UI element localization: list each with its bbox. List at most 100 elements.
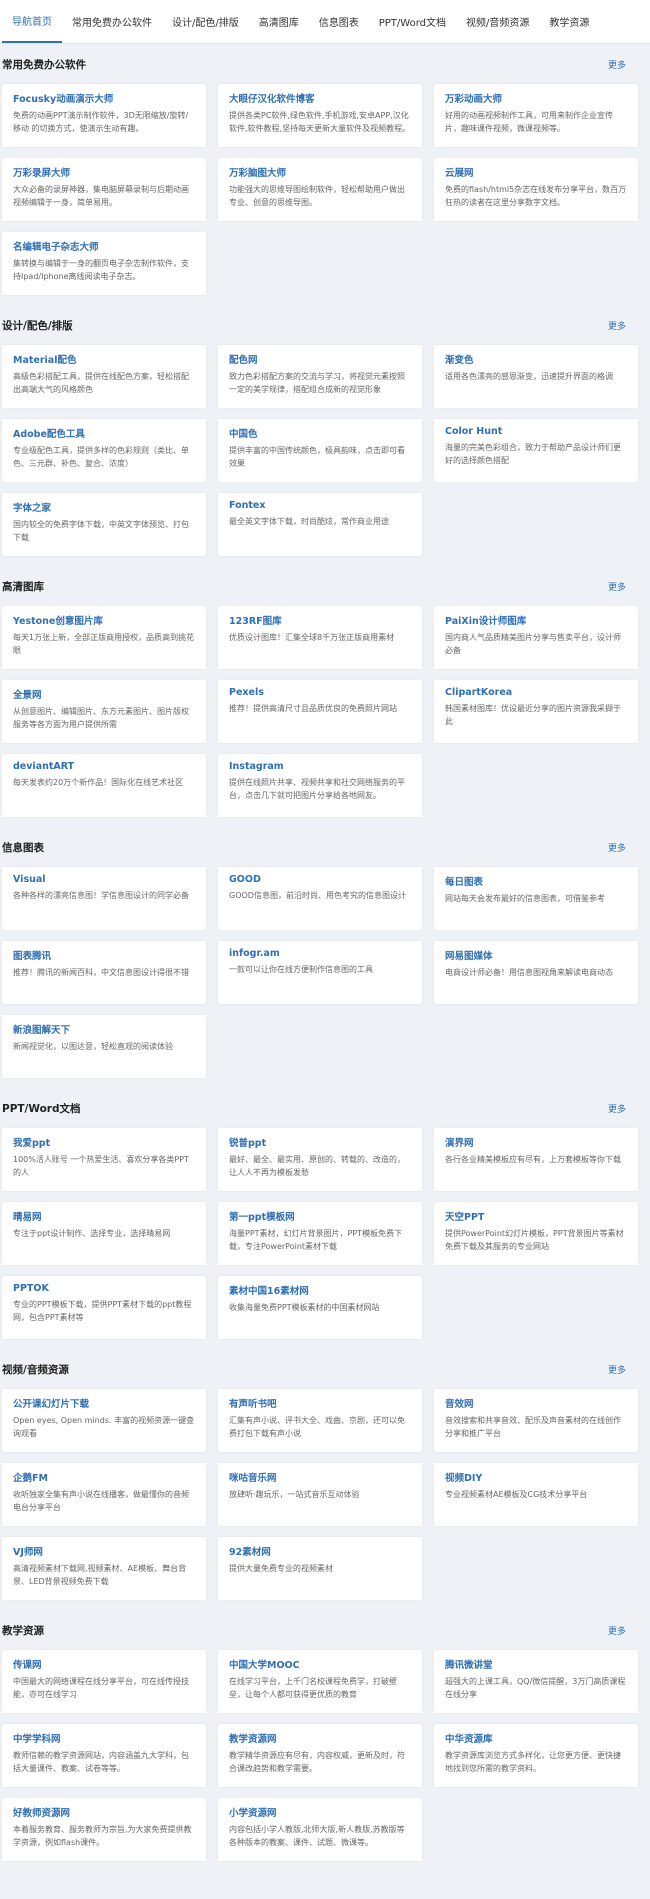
resource-card[interactable]: ClipartKorea 韩国素材图库！优设最近分享的图片资源我采撷于此	[434, 680, 638, 743]
resource-card[interactable]: Instagram 提供在线照片共享、视频共享和社交网络服务的平台，点击几下就可把…	[218, 754, 422, 817]
resource-name[interactable]: 配色网	[229, 352, 412, 366]
resource-card[interactable]: 中华资源库 教学资源库浏览方式多样化，让您更方便、更快捷地找到您所需的教学资料。	[434, 1724, 638, 1787]
resource-card[interactable]: 好教师资源网 本着服务教育、服务教师为宗旨,为大家免费提供教学资源，例如flash…	[2, 1798, 206, 1861]
resource-card[interactable]: 配色网 致力色彩搭配方案的交流与学习，将视觉元素按照一定的美学规律，搭配组合成新的…	[218, 345, 422, 408]
resource-name[interactable]: 92素材网	[229, 1544, 412, 1558]
resource-name[interactable]: Focusky动画演示大师	[13, 91, 196, 105]
resource-name[interactable]: 万彩脑图大师	[229, 165, 412, 179]
resource-name[interactable]: Instagram	[229, 761, 412, 772]
resource-name[interactable]: 我爱ppt	[13, 1135, 196, 1149]
nav-tab[interactable]: 视频/音频资源	[456, 0, 539, 43]
resource-name[interactable]: 咪咕音乐网	[229, 1470, 412, 1484]
resource-name[interactable]: 中华资源库	[445, 1731, 628, 1745]
nav-tab[interactable]: 设计/配色/排版	[162, 0, 249, 43]
resource-name[interactable]: Color Hunt	[445, 426, 628, 437]
resource-card[interactable]: 渐变色 适用各色漂亮的感恩渐变，迅速提升界面的格调	[434, 345, 638, 408]
resource-card[interactable]: Color Hunt 海量的完美色彩组合，致力于帮助产品设计师们更好的选择颜色搭配	[434, 419, 638, 482]
resource-card[interactable]: Yestone创意图片库 每天1万张上新，全部正版商用授权，品质高到挑花眼	[2, 606, 206, 669]
resource-card[interactable]: 中学学科网 教师信赖的教学资源网站，内容涵盖九大学科，包括大量课件、教案、试卷等等…	[2, 1724, 206, 1787]
resource-card[interactable]: 图表腾讯 推荐！腾讯的新闻百科，中文信息图设计得很不错	[2, 941, 206, 1004]
resource-card[interactable]: 企鹅FM 收听独家全集有声小说在线播客，做最懂你的音频电台分享平台	[2, 1463, 206, 1526]
more-link[interactable]: 更多	[608, 1363, 626, 1376]
resource-name[interactable]: 万彩录屏大师	[13, 165, 196, 179]
resource-name[interactable]: 字体之家	[13, 500, 196, 514]
resource-card[interactable]: 传课网 中国最大的网络课程在线分享平台，可在线传授技能，亦可在线学习	[2, 1650, 206, 1713]
nav-tab[interactable]: 教学资源	[539, 0, 599, 43]
nav-tab[interactable]: PPT/Word文档	[369, 0, 456, 43]
resource-name[interactable]: ClipartKorea	[445, 687, 628, 698]
resource-card[interactable]: Visual 各种各样的漂亮信息图！学信息图设计的同学必备	[2, 867, 206, 930]
resource-name[interactable]: GOOD	[229, 874, 412, 885]
more-link[interactable]: 更多	[608, 1624, 626, 1637]
resource-card[interactable]: 视频DIY 专业视频素材AE模板及CG技术分享平台	[434, 1463, 638, 1526]
resource-card[interactable]: 云展网 免费的flash/html5杂志在线发布分享平台，数百万狂热的读者在这里分…	[434, 158, 638, 221]
resource-name[interactable]: 渐变色	[445, 352, 628, 366]
resource-name[interactable]: 演界网	[445, 1135, 628, 1149]
resource-card[interactable]: PPTOK 专业的PPT模板下载，提供PPT素材下载的ppt教程网，包含PPT素材…	[2, 1276, 206, 1339]
resource-card[interactable]: 素材中国16素材网 收集海量免费PPT模板素材的中国素材网站	[218, 1276, 422, 1339]
resource-card[interactable]: 123RF图库 优质设计图库！汇集全球8千万张正版商用素材	[218, 606, 422, 669]
resource-card[interactable]: 每日图表 网站每天会发布最好的信息图表，可借鉴参考	[434, 867, 638, 930]
resource-card[interactable]: 我爱ppt 100%活人账号 一个热爱生活、喜欢分享各类PPT的人	[2, 1128, 206, 1191]
resource-name[interactable]: 万彩动画大师	[445, 91, 628, 105]
resource-name[interactable]: 全景网	[13, 687, 196, 701]
resource-card[interactable]: Adobe配色工具 专业级配色工具，提供多样的色彩规则（类比、单色、三元群、补色、…	[2, 419, 206, 482]
resource-card[interactable]: 腾讯微讲堂 超强大的上课工具，QQ/微信提醒，3万门高质课程在线分享	[434, 1650, 638, 1713]
resource-name[interactable]: 网易图媒体	[445, 948, 628, 962]
resource-name[interactable]: 中学学科网	[13, 1731, 196, 1745]
resource-name[interactable]: 教学资源网	[229, 1731, 412, 1745]
resource-name[interactable]: 第一ppt模板网	[229, 1209, 412, 1223]
resource-name[interactable]: 云展网	[445, 165, 628, 179]
resource-name[interactable]: 天空PPT	[445, 1209, 628, 1223]
resource-name[interactable]: Fontex	[229, 500, 412, 511]
resource-card[interactable]: 万彩脑图大师 功能强大的思维导图绘制软件，轻松帮助用户做出专业、创意的思维导图。	[218, 158, 422, 221]
resource-card[interactable]: 天空PPT 提供PowerPoint幻灯片模板，PPT背景图片等素材免费下载及其服…	[434, 1202, 638, 1265]
resource-name[interactable]: 腾讯微讲堂	[445, 1657, 628, 1671]
resource-card[interactable]: 全景网 从创意图片、编辑图片、东方元素图片、图片版权服务等各方面为用户提供所需	[2, 680, 206, 743]
resource-name[interactable]: 图表腾讯	[13, 948, 196, 962]
resource-card[interactable]: deviantART 每天发表约20万个新作品！国际化在线艺术社区	[2, 754, 206, 817]
nav-tab[interactable]: 常用免费办公软件	[62, 0, 162, 43]
resource-name[interactable]: 晴易网	[13, 1209, 196, 1223]
resource-name[interactable]: Yestone创意图片库	[13, 613, 196, 627]
resource-name[interactable]: 小学资源网	[229, 1805, 412, 1819]
resource-name[interactable]: Adobe配色工具	[13, 426, 196, 440]
resource-name[interactable]: 好教师资源网	[13, 1805, 196, 1819]
resource-name[interactable]: 新浪图解天下	[13, 1022, 196, 1036]
resource-card[interactable]: infogr.am 一款可以让你在线方便制作信息图的工具	[218, 941, 422, 1004]
resource-name[interactable]: 传课网	[13, 1657, 196, 1671]
resource-name[interactable]: Visual	[13, 874, 196, 885]
resource-card[interactable]: 第一ppt模板网 海量PPT素材，幻灯片背景图片，PPT模板免费下载，专注Powe…	[218, 1202, 422, 1265]
resource-card[interactable]: 有声听书吧 汇集有声小说、评书大全、戏曲、京剧，还可以免费打包下载有声小说	[218, 1389, 422, 1452]
resource-card[interactable]: 万彩动画大师 好用的动画视频制作工具，可用来制作企业宣传片，趣味课件视频，微课视频…	[434, 84, 638, 147]
resource-card[interactable]: 中国色 提供丰富的中国传统颜色，极具韵味，点击即可看效果	[218, 419, 422, 482]
resource-name[interactable]: 公开课幻灯片下载	[13, 1396, 196, 1410]
more-link[interactable]: 更多	[608, 841, 626, 854]
resource-name[interactable]: 音效网	[445, 1396, 628, 1410]
resource-card[interactable]: 大眼仔汉化软件博客 提供各类PC软件,绿色软件,手机游戏,安卓APP,汉化软件,软…	[218, 84, 422, 147]
resource-card[interactable]: VJ师网 高清视频素材下载网,视频素材、AE模板、舞台背景、LED背景视频免费下载	[2, 1537, 206, 1600]
more-link[interactable]: 更多	[608, 319, 626, 332]
resource-card[interactable]: 中国大学MOOC 在线学习平台，上千门名校课程免费学，打破壁垒，让每个人都可获得更…	[218, 1650, 422, 1713]
nav-tab[interactable]: 信息图表	[309, 0, 369, 43]
resource-name[interactable]: PPTOK	[13, 1283, 196, 1294]
resource-name[interactable]: 名编辑电子杂志大师	[13, 239, 196, 253]
resource-card[interactable]: 网易图媒体 电商设计师必备！用信息图视角来解读电商动态	[434, 941, 638, 1004]
resource-name[interactable]: 企鹅FM	[13, 1470, 196, 1484]
resource-card[interactable]: Focusky动画演示大师 免费的动画PPT演示制作软件，3D无限缩放/旋转/移动…	[2, 84, 206, 147]
more-link[interactable]: 更多	[608, 580, 626, 593]
resource-name[interactable]: 视频DIY	[445, 1470, 628, 1484]
resource-name[interactable]: deviantART	[13, 761, 196, 772]
resource-card[interactable]: 小学资源网 内容包括小学人教版,北师大版,新人教版,苏教版等各种版本的教案、课件、…	[218, 1798, 422, 1861]
resource-card[interactable]: 咪咕音乐网 放肆听·趣玩乐，一站式音乐互动体验	[218, 1463, 422, 1526]
resource-name[interactable]: VJ师网	[13, 1544, 196, 1558]
resource-card[interactable]: 字体之家 国内较全的免费字体下载，中英文字体预览、打包下载	[2, 493, 206, 556]
more-link[interactable]: 更多	[608, 58, 626, 71]
resource-name[interactable]: PaiXin设计师图库	[445, 613, 628, 627]
resource-card[interactable]: Fontex 最全英文字体下载，时尚酷炫，常作商业用途	[218, 493, 422, 556]
resource-name[interactable]: 大眼仔汉化软件博客	[229, 91, 412, 105]
resource-name[interactable]: 每日图表	[445, 874, 628, 888]
resource-name[interactable]: 中国大学MOOC	[229, 1657, 412, 1671]
resource-card[interactable]: 锐普ppt 最好、最全、最实用、原创的、转载的、改造的，让人人不再为模板发愁	[218, 1128, 422, 1191]
resource-name[interactable]: 素材中国16素材网	[229, 1283, 412, 1297]
